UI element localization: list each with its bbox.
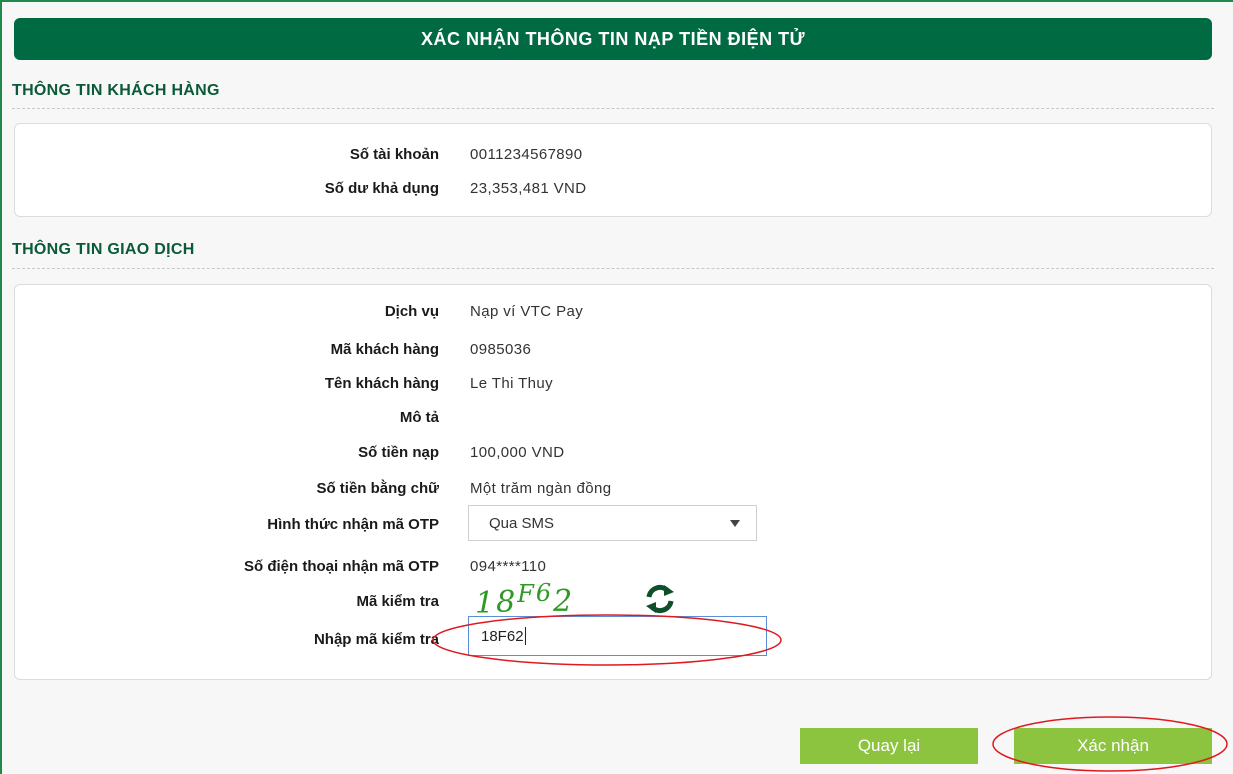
captcha-input-label: Nhập mã kiểm tra	[313, 630, 439, 648]
otp-method-select[interactable]: Qua SMS	[468, 505, 757, 541]
captcha-input-row: Nhập mã kiểm tra 18F62	[15, 616, 1211, 656]
captcha-row: Mã kiểm tra 1 8 F 6 2	[15, 579, 1211, 621]
service-label: Dịch vụ	[384, 302, 439, 320]
section-divider	[12, 108, 1214, 109]
description-label: Mô tả	[399, 408, 439, 426]
available-balance-value: 23,353,481 VND	[470, 179, 587, 197]
customer-info-heading: THÔNG TIN KHÁCH HÀNG	[12, 82, 220, 99]
otp-phone-row: Số điện thoại nhận mã OTP 094****110	[15, 555, 1211, 577]
caret-down-icon	[730, 520, 740, 527]
otp-phone-value: 094****110	[470, 557, 547, 575]
amount-in-words-row: Số tiền bằng chữ Một trăm ngàn đồng	[15, 477, 1211, 499]
account-number-row: Số tài khoản 0011234567890	[15, 143, 1211, 165]
captcha-label: Mã kiểm tra	[356, 592, 439, 610]
customer-name-label: Tên khách hàng	[324, 374, 439, 392]
customer-info-panel: Số tài khoản 0011234567890 Số dư khả dụn…	[14, 123, 1212, 217]
available-balance-row: Số dư khả dụng 23,353,481 VND	[15, 177, 1211, 199]
account-number-label: Số tài khoản	[349, 145, 439, 163]
customer-code-label: Mã khách hàng	[330, 340, 439, 358]
description-row: Mô tả	[15, 406, 1211, 428]
amount-label: Số tiền nạp	[358, 443, 439, 461]
captcha-char: 6	[535, 579, 554, 607]
refresh-icon[interactable]	[643, 582, 677, 616]
account-number-value: 0011234567890	[470, 145, 583, 163]
text-caret	[524, 627, 526, 645]
customer-name-row: Tên khách hàng Le Thi Thuy	[15, 372, 1211, 394]
captcha-input-value: 18F62	[481, 627, 524, 645]
confirm-button[interactable]: Xác nhận	[1014, 728, 1212, 764]
customer-code-value: 0985036	[470, 340, 532, 358]
captcha-input[interactable]: 18F62	[468, 616, 767, 656]
otp-method-row: Hình thức nhận mã OTP Qua SMS	[15, 505, 1211, 541]
service-row: Dịch vụ Nạp ví VTC Pay	[15, 300, 1211, 322]
otp-phone-label: Số điện thoại nhận mã OTP	[243, 557, 439, 575]
transaction-info-heading: THÔNG TIN GIAO DỊCH	[12, 241, 195, 258]
section-divider	[12, 268, 1214, 269]
amount-row: Số tiền nạp 100,000 VND	[15, 441, 1211, 463]
customer-name-value: Le Thi Thuy	[470, 374, 554, 392]
service-value: Nạp ví VTC Pay	[470, 302, 584, 320]
amount-value: 100,000 VND	[470, 443, 565, 461]
captcha-char: 8	[496, 584, 518, 620]
otp-method-selected-value: Qua SMS	[489, 514, 555, 532]
customer-code-row: Mã khách hàng 0985036	[15, 338, 1211, 360]
amount-in-words-label: Số tiền bằng chữ	[316, 479, 439, 497]
captcha-char: 2	[553, 583, 575, 619]
transaction-info-panel: Dịch vụ Nạp ví VTC Pay Mã khách hàng 098…	[14, 284, 1212, 680]
amount-in-words-value: Một trăm ngàn đồng	[470, 479, 612, 497]
back-button[interactable]: Quay lại	[800, 728, 978, 764]
available-balance-label: Số dư khả dụng	[324, 179, 439, 197]
captcha-char: F	[517, 580, 536, 608]
page-frame: XÁC NHẬN THÔNG TIN NẠP TIỀN ĐIỆN TỬ THÔN…	[0, 0, 1233, 774]
page-title: XÁC NHẬN THÔNG TIN NẠP TIỀN ĐIỆN TỬ	[14, 18, 1212, 60]
captcha-image: 1 8 F 6 2	[475, 579, 625, 621]
otp-method-label: Hình thức nhận mã OTP	[267, 515, 439, 533]
